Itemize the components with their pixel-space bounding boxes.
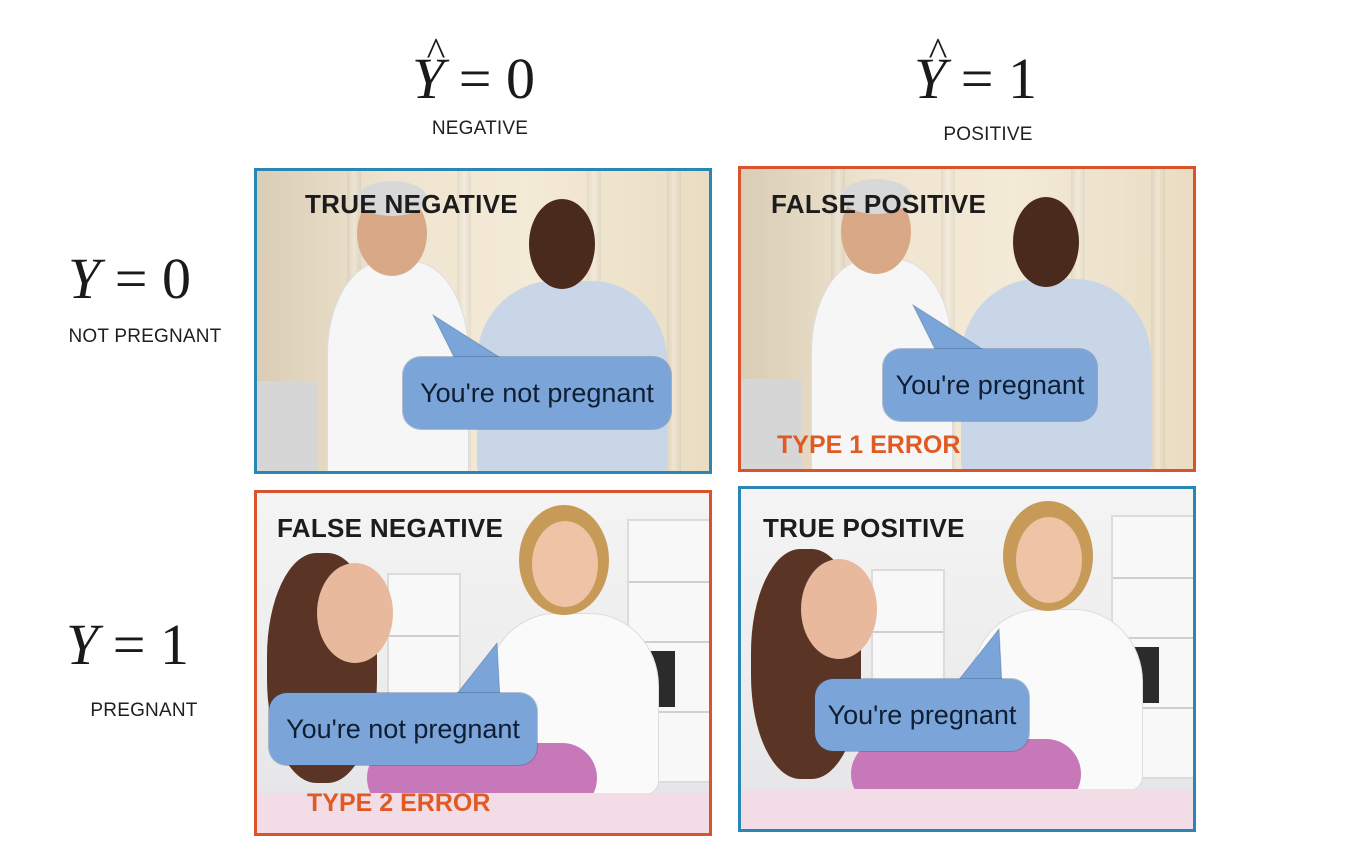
true-negative-panel: TRUE NEGATIVE You're not pregnant xyxy=(254,168,712,474)
speech-bubble: You're not pregnant xyxy=(403,357,671,429)
type-1-error-label: TYPE 1 ERROR xyxy=(777,431,961,459)
y-hat-symbol: ^ Y xyxy=(412,29,446,111)
true-positive-title: TRUE POSITIVE xyxy=(763,513,965,543)
col-header-positive-caption: POSITIVE xyxy=(943,124,1033,145)
row-header-not-pregnant-caption: NOT PREGNANT xyxy=(68,326,222,347)
row-header-pregnant-caption: PREGNANT xyxy=(90,700,198,721)
false-negative-panel: FALSE NEGATIVE You're not pregnant TYPE … xyxy=(254,490,712,836)
speech-bubble: You're pregnant xyxy=(883,349,1097,421)
row-header-pregnant-formula: Y = 1 xyxy=(66,612,189,677)
speech-bubble: You're not pregnant xyxy=(269,693,537,765)
speech-bubble: You're pregnant xyxy=(815,679,1029,751)
type-2-error-label: TYPE 2 ERROR xyxy=(307,789,491,817)
false-positive-panel: FALSE POSITIVE You're pregnant TYPE 1 ER… xyxy=(738,166,1196,472)
true-negative-title: TRUE NEGATIVE xyxy=(305,189,518,219)
true-positive-panel: TRUE POSITIVE You're pregnant xyxy=(738,486,1196,832)
col-header-positive-formula: ^ Y = 1 xyxy=(914,29,1037,111)
false-positive-title: FALSE POSITIVE xyxy=(771,189,987,219)
col-header-negative-formula: ^ Y = 0 xyxy=(412,29,535,111)
false-negative-title: FALSE NEGATIVE xyxy=(277,513,504,543)
y-hat-symbol: ^ Y xyxy=(914,29,948,111)
row-header-not-pregnant-formula: Y = 0 xyxy=(68,246,191,311)
col-header-negative-caption: NEGATIVE xyxy=(431,118,529,139)
